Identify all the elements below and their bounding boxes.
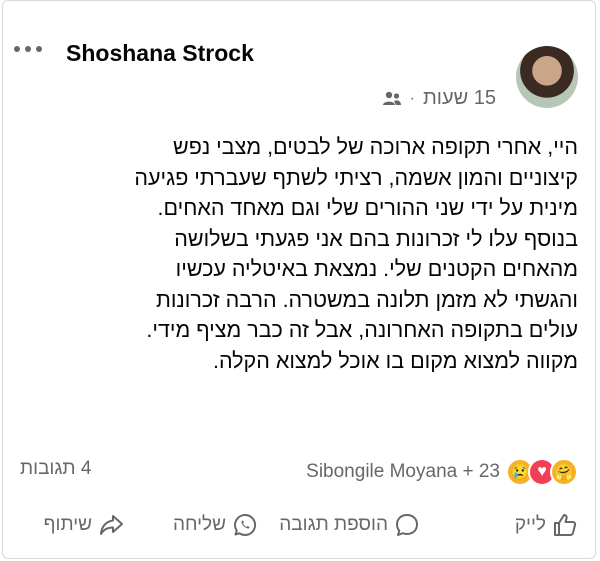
post-text: היי, אחרי תקופה ארוכה של לבטים, מצבי נפש…: [22, 132, 578, 376]
post-line: עולים בתקופה האחרונה, אבל זה כבר מציף מי…: [146, 318, 578, 342]
comments-count[interactable]: 4 תגובות: [20, 458, 91, 480]
send-label: שליחה: [172, 514, 226, 535]
comment-icon: [396, 514, 418, 536]
post-line: בנוסף עלו לי זכרונות בהם אני פגעתי בשלוש…: [174, 226, 578, 251]
reaction-icons: 😢 ♥ 🤗: [506, 458, 578, 486]
reactions-summary[interactable]: Sibongile Moyana + 23 😢 ♥ 🤗: [306, 458, 578, 486]
avatar[interactable]: [516, 46, 578, 108]
post-meta: 15 שעות ·: [382, 87, 496, 110]
like-button[interactable]: לייק: [515, 512, 578, 538]
like-label: לייק: [514, 514, 546, 535]
share-icon: [100, 515, 123, 535]
comment-button[interactable]: הוספת תגובה: [279, 512, 420, 538]
meta-separator: ·: [409, 89, 415, 107]
more-options-icon[interactable]: [14, 46, 42, 52]
post-line: והגשתי לא מזמן תלונה במשטרה. הרבה זכרונו…: [155, 287, 578, 312]
reactions-text[interactable]: Sibongile Moyana + 23: [306, 461, 500, 483]
thumbs-up-icon: [554, 514, 577, 536]
comment-label: הוספת תגובה: [279, 514, 388, 535]
action-bar: לייק הוספת תגובה שליחה שיתוף: [0, 512, 600, 546]
care-emoji-icon: 🤗: [550, 458, 578, 486]
post-line: מהאחים הקטנים שלי. נמצאת באיטליה עכשיו: [175, 257, 578, 281]
friends-audience-icon: [382, 91, 401, 105]
post-time[interactable]: 15 שעות: [423, 87, 496, 110]
share-label: שיתוף: [43, 514, 92, 535]
post-line: מקווה למצוא מקום בו אוכל למצוא הקלה.: [213, 348, 578, 373]
share-button[interactable]: שיתוף: [44, 512, 124, 538]
author-name[interactable]: Shoshana Strock: [66, 40, 254, 67]
send-button[interactable]: שליחה: [173, 512, 258, 538]
whatsapp-icon: [234, 513, 257, 536]
post-line: היי, אחרי תקופה ארוכה של לבטים, מצבי נפש: [173, 135, 578, 159]
post-line: מינית על ידי שני ההורים שלי וגם מאחד האח…: [157, 196, 578, 220]
post-line: קיצוניים והמון אשמה, רציתי לשתף שעברתי פ…: [134, 165, 578, 190]
